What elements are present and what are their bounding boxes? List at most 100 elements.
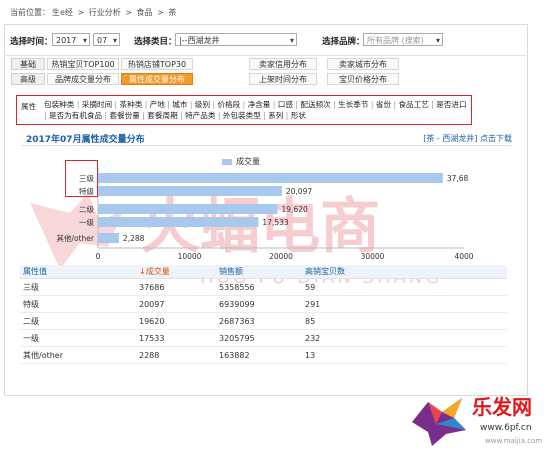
cell-sales: 6939099 <box>216 295 302 313</box>
attribute-item[interactable]: 套餐份量 <box>102 111 140 120</box>
chart-legend: 成交量 <box>222 156 260 167</box>
table-row: 二级 19620 2687363 85 <box>20 312 507 330</box>
breadcrumb-link-food[interactable]: 食品 <box>137 8 153 17</box>
tab-seller-credit[interactable]: 卖家信用分布 <box>249 58 317 70</box>
section-title: 2017年07月属性成交量分布 <box>26 135 145 145</box>
header-sales[interactable]: 销售额 <box>216 265 302 279</box>
attribute-item[interactable]: 套餐周期 <box>140 111 178 120</box>
attribute-item[interactable]: 配送频次 <box>293 100 331 109</box>
attribute-item[interactable]: 是否为有机食品 <box>44 111 102 120</box>
table-body: 三级 37686 5358556 59 特级 20097 6939099 291 二级 19620… <box>20 278 507 364</box>
cell-hot-items: 291 <box>302 295 507 313</box>
logo-site: www.maijia.com <box>485 437 542 445</box>
category-select[interactable]: |--西湖龙井 <box>175 33 297 47</box>
table-row: 特级 20097 6939099 291 <box>20 295 507 313</box>
attribute-item[interactable]: 外包装类型 <box>215 111 260 120</box>
cell-attribute: 一级 <box>20 329 136 347</box>
attribute-item[interactable]: 城市 <box>165 100 188 109</box>
analysis-tabs: 基础 热销宝贝TOP100 热销店铺TOP30 卖家信用分布 卖家城市分布 高级… <box>11 58 520 88</box>
attribute-item[interactable]: 是否进口 <box>429 100 467 109</box>
table-row: 其他/other 2288 163882 13 <box>20 346 507 364</box>
header-hot-items[interactable]: 高销宝贝数 <box>302 265 507 279</box>
cell-hot-items: 59 <box>302 278 507 296</box>
time-label: 选择时间： <box>10 37 53 47</box>
cell-attribute: 其他/other <box>20 346 136 364</box>
download-link[interactable]: 点击下载 <box>480 134 512 143</box>
attribute-item[interactable]: 采摘时间 <box>74 100 112 109</box>
cell-hot-items: 85 <box>302 312 507 330</box>
attribute-item[interactable]: 级别 <box>187 100 210 109</box>
tab-attribute-volume[interactable]: 属性成交量分布 <box>121 73 193 85</box>
attribute-item[interactable]: 包装种类 <box>44 100 74 109</box>
month-select[interactable]: 07 <box>93 33 120 47</box>
divider <box>4 55 526 56</box>
attribute-item[interactable]: 茶种类 <box>112 100 142 109</box>
header-attribute: 属性值 <box>20 265 136 279</box>
attribute-selector: 属性 包装种类采摘时间茶种类产地城市级别价格段净含量口感配送频次生长季节省份食品… <box>16 95 472 125</box>
attribute-item[interactable]: 系列 <box>261 111 284 120</box>
attribute-title: 属性 <box>21 102 37 111</box>
brand-search-select[interactable]: 所有品牌 (搜索) <box>363 33 443 47</box>
category-crumb: [茶 - 西湖龙井] <box>423 134 478 143</box>
cell-sales: 3205795 <box>216 329 302 347</box>
cell-volume: 17533 <box>136 329 216 347</box>
cell-volume: 37686 <box>136 278 216 296</box>
tab-price-distribution[interactable]: 宝贝价格分布 <box>327 73 399 85</box>
logo-text: 乐发网 <box>472 395 532 419</box>
table-header-row: 属性值 ↓成交量 销售额 高销宝贝数 <box>20 265 507 279</box>
tab-group-advanced-label: 高级 <box>11 73 45 85</box>
section-actions: [茶 - 西湖龙井] 点击下载 <box>423 133 512 144</box>
filter-bar: 选择时间： 2017 07 选择类目： |--西湖龙井 选择品牌： 所有品牌 (… <box>10 33 520 49</box>
breadcrumb-separator: > <box>157 8 164 17</box>
header-volume[interactable]: ↓成交量 <box>136 265 216 279</box>
category-label: 选择类目： <box>134 37 177 47</box>
breadcrumb-prefix: 当前位置： <box>10 8 50 17</box>
sort-arrow-icon: ↓ <box>139 267 146 276</box>
breadcrumb-link-industry[interactable]: 行业分析 <box>89 8 121 17</box>
cell-hot-items: 232 <box>302 329 507 347</box>
tab-hot-items-top100[interactable]: 热销宝贝TOP100 <box>47 58 119 70</box>
tab-group-basic-label: 基础 <box>11 58 45 70</box>
attribute-item[interactable]: 生长季节 <box>331 100 369 109</box>
tab-brand-volume[interactable]: 品牌成交量分布 <box>47 73 119 85</box>
table-row: 一级 17533 3205795 232 <box>20 329 507 347</box>
highlight-box <box>65 160 98 197</box>
cell-volume: 20097 <box>136 295 216 313</box>
attribute-table: 属性值 ↓成交量 销售额 高销宝贝数 三级 37686 5358556 59 特级 200… <box>20 265 507 364</box>
cell-volume: 19620 <box>136 312 216 330</box>
table-row: 三级 37686 5358556 59 <box>20 278 507 296</box>
header-volume-label: 成交量 <box>145 267 170 276</box>
cell-sales: 163882 <box>216 346 302 364</box>
tab-hot-shops-top30[interactable]: 热销店铺TOP30 <box>121 58 193 70</box>
cell-attribute: 二级 <box>20 312 136 330</box>
cell-sales: 5358556 <box>216 278 302 296</box>
brand-label: 选择品牌： <box>322 37 365 47</box>
tab-listing-time[interactable]: 上架时间分布 <box>249 73 317 85</box>
breadcrumb-separator: > <box>77 8 85 17</box>
attribute-item[interactable]: 形状 <box>283 111 306 120</box>
tab-seller-city[interactable]: 卖家城市分布 <box>327 58 399 70</box>
cell-attribute: 三级 <box>20 278 136 296</box>
legend-swatch <box>222 158 232 165</box>
logo-url: www.6pf.cn <box>480 423 532 433</box>
breadcrumb-current: 茶 <box>168 8 177 17</box>
attribute-item[interactable]: 价格段 <box>210 100 240 109</box>
attribute-item[interactable]: 特产品类 <box>178 111 216 120</box>
attribute-list: 包装种类采摘时间茶种类产地城市级别价格段净含量口感配送频次生长季节省份食品工艺是… <box>44 99 470 121</box>
legend-label: 成交量 <box>236 157 260 166</box>
breadcrumb: 当前位置： 生e经 > 行业分析 > 食品 > 茶 <box>10 7 178 18</box>
section-header: 2017年07月属性成交量分布 [茶 - 西湖龙井] 点击下载 <box>22 132 512 146</box>
attribute-item[interactable]: 产地 <box>142 100 165 109</box>
year-select[interactable]: 2017 <box>52 33 90 47</box>
attribute-item[interactable]: 净含量 <box>240 100 270 109</box>
cell-attribute: 特级 <box>20 295 136 313</box>
attribute-item[interactable]: 口感 <box>270 100 293 109</box>
cell-volume: 2288 <box>136 346 216 364</box>
cell-hot-items: 13 <box>302 346 507 364</box>
cell-sales: 2687363 <box>216 312 302 330</box>
attribute-item[interactable]: 食品工艺 <box>391 100 429 109</box>
site-logo: 乐发网 www.6pf.cn www.maijia.com <box>412 395 542 446</box>
breadcrumb-link-shengejing[interactable]: 生e经 <box>52 8 73 17</box>
breadcrumb-separator: > <box>125 8 132 17</box>
attribute-item[interactable]: 省份 <box>369 100 392 109</box>
